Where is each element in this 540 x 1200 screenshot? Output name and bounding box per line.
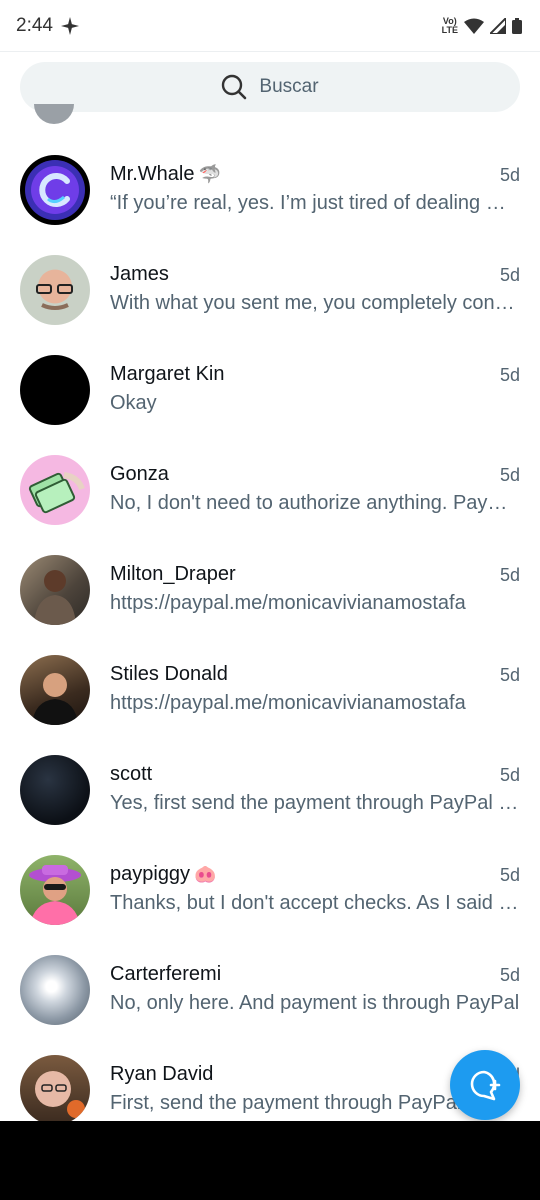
new-message-button[interactable] [450,1050,520,1120]
contact-name: Carterferemi [110,963,222,985]
wifi-icon [464,18,484,34]
conversation-row[interactable]: scott 5d Yes, first send the payment thr… [0,725,540,825]
contact-name: Margaret Kin [110,363,225,385]
message-preview: With what you sent me, you completely co… [110,292,520,314]
clock: 2:44 [16,14,53,36]
avatar [20,1055,90,1121]
message-preview: https://paypal.me/monicavivianamostafa [110,592,466,614]
contact-name: Gonza [110,463,169,485]
shark-emoji: 🦈 [198,164,221,184]
avatar [20,955,90,1025]
person-photo-icon [35,1071,85,1118]
message-preview: Okay [110,392,157,414]
message-preview: Yes, first send the payment through PayP… [110,792,520,814]
money-illustration-icon [28,472,85,514]
timestamp: 5d [499,665,520,685]
message-preview: No, I don't need to authorize anything. … [110,492,520,514]
conversation-list: Mr.Whale 🦈 5d “If you’re real, yes. I’m j… [0,125,540,1121]
timestamp: 5d [499,865,520,885]
avatar [20,155,90,225]
message-preview: “If you’re real, yes. I’m just tired of … [110,192,520,214]
avatar [20,355,90,425]
conversation-row[interactable]: Stiles Donald 5d https://paypal.me/monic… [0,625,540,725]
contact-name: James [110,263,169,285]
lte-text: LTE [441,24,458,35]
timestamp: 5d [499,965,520,985]
contact-name: paypiggy [110,863,191,885]
person-photo-icon [36,284,73,310]
avatar [20,855,90,925]
avatar-partial [34,104,74,124]
timestamp: 5d [499,465,520,485]
avatar [20,555,90,625]
status-bar: 2:44 Vo) LTE [0,0,540,52]
timestamp: 5d [499,265,520,285]
signal-icon [490,17,506,34]
contact-name: Milton_Draper [110,563,236,585]
contact-name: scott [110,763,153,785]
new-message-icon [470,1070,501,1101]
system-navigation-bar [0,1121,540,1200]
timestamp: 5d [499,165,520,185]
whale-logo-icon [25,160,85,220]
message-preview: https://paypal.me/monicavivianamostafa [110,692,466,714]
avatar [20,255,90,325]
contact-name: Ryan David [110,1063,214,1085]
avatar [20,755,90,825]
avatar [20,655,90,725]
volte-icon: Vo) LTE [441,16,458,35]
search-placeholder: Buscar [259,76,319,97]
conversation-row[interactable]: Milton_Draper 5d https://paypal.me/monic… [0,525,540,625]
person-photo-icon [29,865,81,925]
conversation-row[interactable]: Margaret Kin 5d Okay [0,325,540,425]
avatar [20,455,90,525]
message-preview: No, only here. And payment is through Pa… [110,992,520,1014]
pig-nose-emoji: 🐽 [194,864,217,884]
person-photo-icon [32,673,78,725]
battery-icon [512,17,522,34]
conversation-row[interactable]: James 5d With what you sent me, you comp… [0,225,540,325]
conversation-row[interactable]: Gonza 5d No, I don't need to authorize a… [0,425,540,525]
conversation-row[interactable]: paypiggy 🐽 5d Thanks, but I don't accept … [0,825,540,925]
search-icon [222,74,247,100]
message-preview: Thanks, but I don't accept checks. As I … [110,892,520,914]
conversation-row[interactable]: Mr.Whale 🦈 5d “If you’re real, yes. I’m j… [0,125,540,225]
conversation-row[interactable]: Carterferemi 5d No, only here. And payme… [0,925,540,1025]
timestamp: 5d [499,365,520,385]
person-photo-icon [34,570,76,625]
sparkle-icon [60,16,79,35]
search-bar[interactable]: Buscar [20,62,520,112]
contact-name: Mr.Whale [110,163,195,185]
timestamp: 5d [499,565,520,585]
contact-name: Stiles Donald [110,663,228,685]
timestamp: 5d [499,765,520,785]
